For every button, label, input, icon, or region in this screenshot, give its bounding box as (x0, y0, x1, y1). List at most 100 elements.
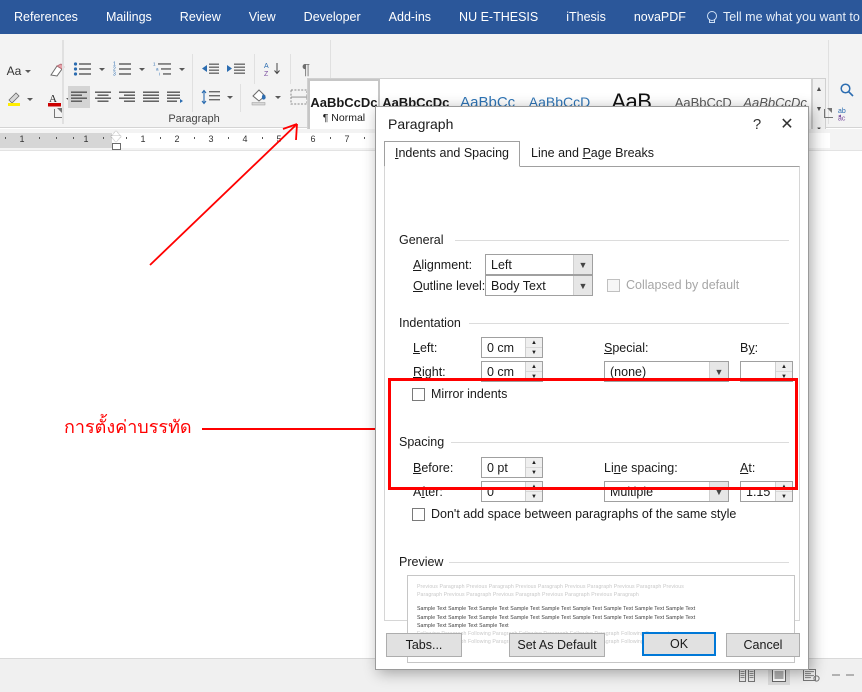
annotation-leader-line (202, 428, 398, 430)
ribbon-tab-mailings[interactable]: Mailings (92, 0, 166, 34)
alignment-value: Left (491, 257, 512, 272)
numbering-dropdown[interactable] (136, 58, 148, 80)
decrease-indent-icon (202, 63, 219, 74)
shading-dropdown[interactable] (272, 86, 284, 108)
spinner-down-icon[interactable]: ▼ (776, 492, 792, 501)
general-rule (455, 240, 789, 241)
collapsed-by-default-label: Collapsed by default (626, 278, 740, 292)
decrease-indent-button[interactable] (198, 58, 222, 80)
increase-indent-icon (227, 63, 245, 74)
align-center-button[interactable] (92, 86, 114, 108)
ok-button[interactable]: OK (642, 632, 716, 656)
font-color-icon: A (47, 93, 61, 107)
align-left-icon (71, 91, 87, 102)
ribbon-tab-novapdf[interactable]: novaPDF (620, 0, 700, 34)
text-highlight-color-button[interactable] (2, 88, 36, 110)
paint-bucket-icon (251, 89, 266, 106)
replace-button[interactable]: ab ac (836, 104, 860, 124)
zoom-slider[interactable] (832, 665, 854, 685)
line-spacing-icon (201, 89, 220, 105)
dialog-tab-strip: Indents and Spacing Line and Page Breaks (376, 141, 808, 167)
chevron-down-icon: ▼ (573, 255, 592, 274)
ribbon-tab-references[interactable]: References (0, 0, 92, 34)
indent-left-spinner[interactable]: 0 cm ▲ ▼ (481, 337, 543, 358)
indent-right-value: 0 cm (487, 364, 515, 379)
spinner-down-icon[interactable]: ▼ (526, 492, 542, 501)
shading-button[interactable] (246, 86, 272, 108)
special-label: Special: (604, 341, 649, 355)
svg-text:Z: Z (264, 71, 269, 77)
justify-icon (143, 91, 159, 102)
distributed-button[interactable] (164, 86, 186, 108)
ribbon-tab-nu-e-thesis[interactable]: NU E-THESIS (445, 0, 552, 34)
ribbon-tab-view[interactable]: View (235, 0, 290, 34)
read-mode-icon (739, 668, 755, 682)
indent-right-label: Right: (413, 365, 446, 379)
tell-me-label: Tell me what you want to do (722, 10, 862, 24)
spinner-arrows[interactable]: ▲ ▼ (525, 338, 542, 357)
dialog-title-bar: Paragraph ? ✕ (376, 107, 808, 141)
spinner-down-icon[interactable]: ▼ (526, 348, 542, 357)
dont-add-space-label: Don't add space between paragraphs of th… (431, 507, 737, 521)
preview-section-label: Preview (399, 555, 450, 569)
search-icon (840, 83, 854, 97)
spinner-up-icon[interactable]: ▲ (776, 362, 792, 372)
ribbon-tab-add-ins[interactable]: Add-ins (375, 0, 445, 34)
web-layout-icon (802, 668, 820, 682)
svg-text:A: A (264, 63, 269, 70)
hanging-indent-marker[interactable] (111, 136, 121, 142)
tell-me-search[interactable]: Tell me what you want to do (706, 10, 862, 24)
line-spacing-button[interactable] (198, 86, 224, 108)
tabs-button[interactable]: Tabs... (386, 633, 462, 657)
sort-button[interactable]: A Z (260, 58, 286, 80)
print-layout-icon (772, 668, 786, 682)
bullets-dropdown[interactable] (96, 58, 108, 80)
help-button[interactable]: ? (742, 111, 772, 137)
outline-level-value: Body Text (491, 278, 546, 293)
spacing-highlight-box (388, 378, 798, 490)
alignment-label: Alignment: (413, 258, 473, 272)
ribbon-tab-developer[interactable]: Developer (290, 0, 375, 34)
cancel-button[interactable]: Cancel (726, 633, 800, 657)
numbering-button[interactable]: 1 2 3 (110, 58, 136, 80)
zoom-slider-icon (832, 674, 854, 676)
ribbon-tab-bar: References Mailings Review View Develope… (0, 0, 862, 34)
multilevel-list-dropdown[interactable] (176, 58, 188, 80)
borders-icon (290, 89, 308, 105)
set-as-default-button[interactable]: Set As Default (509, 633, 605, 657)
clear-formatting-button[interactable] (44, 60, 70, 82)
collapsed-by-default-checkbox[interactable]: Collapsed by default (607, 278, 739, 292)
increase-indent-button[interactable] (224, 58, 248, 80)
tab-indents-and-spacing[interactable]: Indents and Spacing (384, 141, 520, 167)
styles-scroll-up-button[interactable]: ▲ (813, 79, 825, 99)
multilevel-list-button[interactable]: 1 a i (150, 58, 176, 80)
find-button[interactable] (836, 80, 858, 100)
line-spacing-dropdown[interactable] (224, 86, 236, 108)
bullets-button[interactable] (70, 58, 96, 80)
close-icon[interactable]: ✕ (772, 111, 802, 137)
indent-left-label: Left: (413, 341, 438, 355)
dont-add-space-checkbox[interactable]: Don't add space between paragraphs of th… (412, 507, 736, 521)
ribbon-tab-review[interactable]: Review (166, 0, 235, 34)
checkbox-box (607, 278, 620, 292)
general-section-label: General (399, 233, 450, 247)
paragraph-group-label: Paragraph (168, 113, 220, 125)
change-case-button[interactable]: Aa (2, 60, 36, 82)
annotation-thai-label: การตั้งค่าบรรทัด (64, 417, 192, 438)
align-left-button[interactable] (68, 86, 90, 108)
align-right-button[interactable] (116, 86, 138, 108)
spinner-up-icon[interactable]: ▲ (526, 338, 542, 348)
indentation-section-label: Indentation (399, 316, 467, 330)
dialog-footer: Tabs... Set As Default OK Cancel (376, 621, 808, 669)
justify-button[interactable] (140, 86, 162, 108)
by-label: By: (740, 341, 759, 355)
alignment-combo[interactable]: Left ▼ (485, 254, 593, 275)
indent-markers[interactable] (111, 131, 122, 150)
distributed-align-icon (167, 91, 183, 103)
show-formatting-marks-button[interactable]: ¶ (294, 58, 318, 80)
tab-line-and-page-breaks[interactable]: Line and Page Breaks (520, 141, 665, 167)
ribbon-tab-ithesis[interactable]: iThesis (552, 0, 620, 34)
spinner-up-icon[interactable]: ▲ (526, 362, 542, 372)
left-indent-marker[interactable] (112, 143, 121, 150)
outline-level-combo[interactable]: Body Text ▼ (485, 275, 593, 296)
